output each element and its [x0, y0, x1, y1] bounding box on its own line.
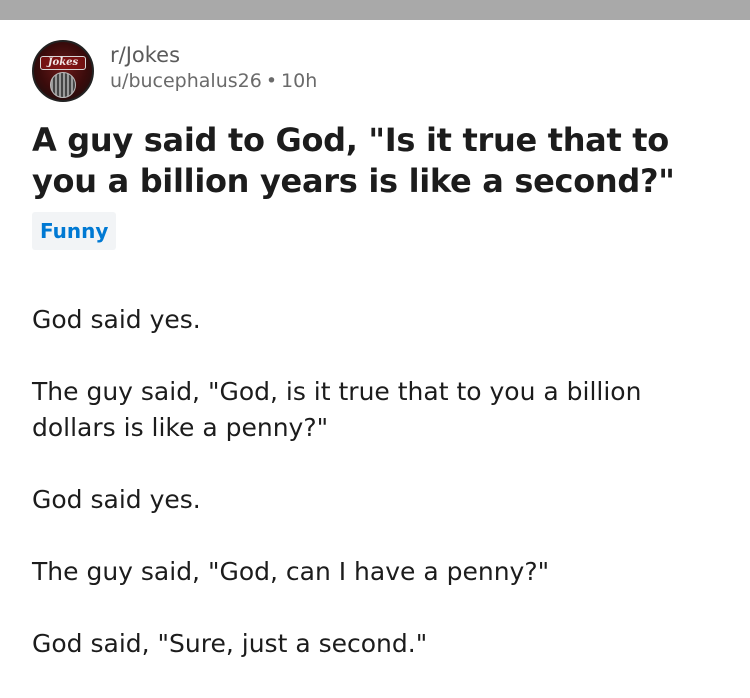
- body-paragraph: The guy said, "God, can I have a penny?": [32, 557, 550, 586]
- body-paragraph: God said yes.: [32, 305, 201, 334]
- jokes-logo-icon: Jokes: [40, 56, 86, 70]
- subreddit-avatar[interactable]: Jokes: [32, 40, 94, 102]
- author-line: u/bucephalus26 • 10h: [110, 68, 317, 94]
- body-paragraph: The guy said, "God, is it true that to y…: [32, 377, 642, 442]
- post-title[interactable]: A guy said to God, "Is it true that to y…: [32, 120, 722, 202]
- separator-dot: •: [265, 70, 278, 92]
- post: Jokes r/Jokes u/bucephalus26 • 10h A guy s…: [0, 20, 750, 675]
- post-body: God said yes. The guy said, "God, is it …: [32, 302, 732, 698]
- body-paragraph: God said, "Sure, just a second.": [32, 629, 428, 658]
- top-bar: [0, 0, 750, 20]
- post-time: 10h: [281, 70, 318, 92]
- author-link[interactable]: u/bucephalus26: [110, 70, 262, 92]
- post-meta: r/Jokes u/bucephalus26 • 10h: [110, 42, 317, 94]
- post-header: Jokes r/Jokes u/bucephalus26 • 10h: [32, 40, 632, 102]
- subreddit-link[interactable]: r/Jokes: [110, 42, 317, 68]
- post-flair[interactable]: Funny: [32, 212, 117, 250]
- body-paragraph: God said yes.: [32, 485, 201, 514]
- microphone-icon: [50, 72, 76, 98]
